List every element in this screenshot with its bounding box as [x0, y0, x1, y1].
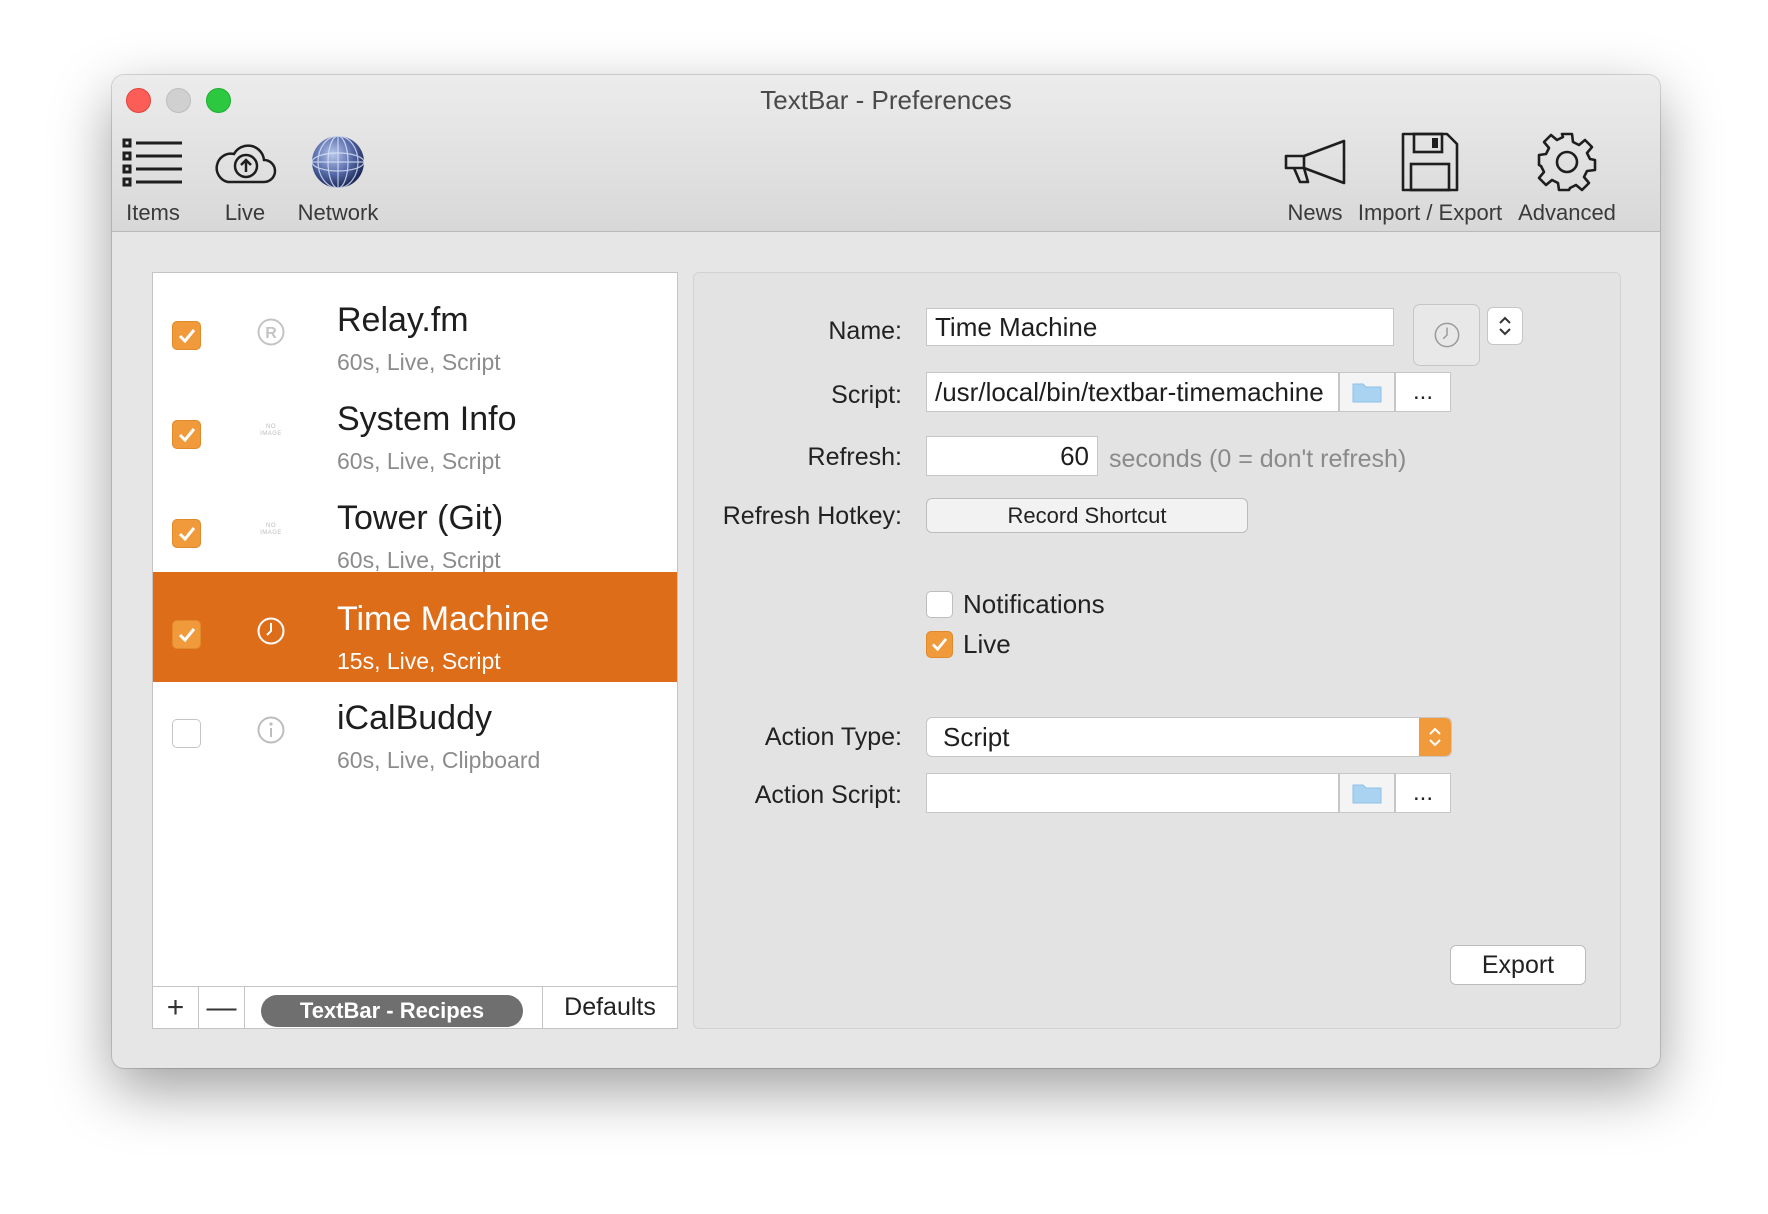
- live-checkbox[interactable]: [926, 631, 953, 658]
- script-field[interactable]: /usr/local/bin/textbar-timemachine: [926, 372, 1339, 412]
- notifications-label: Notifications: [963, 589, 1105, 619]
- clock-icon: [256, 616, 286, 646]
- action-type-value: Script: [943, 721, 1010, 752]
- action-script-more-button[interactable]: ...: [1395, 773, 1451, 813]
- globe-icon: [282, 127, 394, 197]
- items-list: R Relay.fm 60s, Live, Script NO IMAGE Sy…: [152, 272, 678, 1029]
- item-enabled-checkbox[interactable]: [172, 719, 201, 748]
- no-image-text: NO IMAGE: [260, 523, 282, 536]
- browse-script-button[interactable]: [1339, 372, 1395, 412]
- item-icon-well[interactable]: [1413, 304, 1480, 366]
- live-option[interactable]: Live: [926, 629, 1011, 660]
- item-title: Time Machine: [337, 600, 550, 638]
- list-item[interactable]: iCalBuddy 60s, Live, Clipboard: [153, 671, 677, 781]
- toolbar-network-label: Network: [297, 200, 379, 225]
- item-detail-panel: Name: Time Machine Script: /usr/local/bi…: [693, 272, 1621, 1029]
- notifications-option[interactable]: Notifications: [926, 589, 1105, 620]
- list-item[interactable]: NO IMAGE Tower (Git) 60s, Live, Script: [153, 471, 677, 581]
- script-more-button[interactable]: ...: [1395, 372, 1451, 412]
- list-footer: + — TextBar - Recipes Defaults: [153, 986, 677, 1028]
- action-type-label: Action Type:: [764, 723, 902, 751]
- refresh-label: Refresh:: [807, 443, 902, 471]
- refresh-hint: seconds (0 = don't refresh): [1109, 445, 1407, 473]
- chevron-up-down-icon: [1499, 316, 1511, 336]
- browse-action-script-button[interactable]: [1339, 773, 1395, 813]
- clock-icon: [1434, 322, 1459, 348]
- toolbar-news-button[interactable]: News: [1272, 127, 1358, 226]
- list-item-selected[interactable]: Time Machine 15s, Live, Script: [153, 572, 677, 682]
- item-title: Tower (Git): [337, 499, 504, 537]
- no-image-icon: NO IMAGE: [256, 515, 286, 545]
- script-label: Script:: [831, 381, 902, 409]
- floppy-disk-icon: [1350, 127, 1510, 197]
- item-enabled-checkbox[interactable]: [172, 519, 201, 548]
- name-field[interactable]: Time Machine: [926, 308, 1394, 346]
- item-enabled-checkbox[interactable]: [172, 620, 201, 649]
- live-label: Live: [963, 629, 1011, 659]
- export-button[interactable]: Export: [1450, 945, 1586, 985]
- toolbar-import-export-label: Import / Export: [1357, 200, 1503, 225]
- item-enabled-checkbox[interactable]: [172, 420, 201, 449]
- item-title: iCalBuddy: [337, 699, 492, 737]
- toolbar-live-label: Live: [224, 200, 266, 225]
- defaults-button[interactable]: Defaults: [542, 987, 677, 1028]
- list-icon: [114, 127, 192, 197]
- registered-icon: R: [256, 317, 286, 347]
- list-item[interactable]: R Relay.fm 60s, Live, Script: [153, 273, 677, 383]
- window-title: TextBar - Preferences: [760, 85, 1012, 115]
- action-script-label: Action Script:: [754, 781, 902, 809]
- chevron-up-down-icon: [1429, 727, 1441, 747]
- no-image-icon: NO IMAGE: [256, 416, 286, 446]
- refresh-seconds-field[interactable]: 60: [926, 436, 1098, 476]
- gear-icon: [1510, 127, 1624, 197]
- svg-text:R: R: [265, 325, 277, 342]
- cloud-upload-icon: [206, 127, 284, 197]
- refresh-hotkey-label: Refresh Hotkey:: [722, 502, 902, 530]
- toolbar-advanced-label: Advanced: [1518, 200, 1616, 225]
- item-title: Relay.fm: [337, 301, 469, 339]
- item-subtitle: 60s, Live, Clipboard: [337, 747, 541, 773]
- item-subtitle: 60s, Live, Script: [337, 547, 501, 573]
- preferences-window: TextBar - Preferences Items Live Network…: [112, 75, 1660, 1068]
- recipes-button[interactable]: TextBar - Recipes: [261, 995, 523, 1027]
- action-script-field[interactable]: [926, 773, 1339, 813]
- folder-icon: [1352, 784, 1382, 804]
- add-item-button[interactable]: +: [153, 987, 199, 1028]
- toolbar-advanced-button[interactable]: Advanced: [1510, 127, 1624, 226]
- titlebar: TextBar - Preferences Items Live Network…: [112, 75, 1660, 232]
- toolbar-news-label: News: [1287, 200, 1343, 225]
- toolbar-items-button[interactable]: Items: [114, 127, 192, 226]
- no-image-text: NO IMAGE: [260, 424, 282, 437]
- toolbar-items-label: Items: [126, 200, 180, 225]
- action-type-select[interactable]: Script: [926, 717, 1452, 757]
- info-icon: [256, 715, 286, 745]
- toolbar-import-export-button[interactable]: Import / Export: [1350, 127, 1510, 226]
- list-item[interactable]: NO IMAGE System Info 60s, Live, Script: [153, 372, 677, 482]
- item-enabled-checkbox[interactable]: [172, 321, 201, 350]
- record-shortcut-button[interactable]: Record Shortcut: [926, 498, 1248, 533]
- name-label: Name:: [828, 317, 902, 345]
- megaphone-icon: [1272, 127, 1358, 197]
- item-title: System Info: [337, 400, 517, 438]
- toolbar-live-button[interactable]: Live: [206, 127, 284, 226]
- select-arrows[interactable]: [1419, 718, 1451, 756]
- notifications-checkbox[interactable]: [926, 591, 953, 618]
- folder-icon: [1352, 383, 1382, 403]
- remove-item-button[interactable]: —: [199, 987, 245, 1028]
- toolbar-network-button[interactable]: Network: [282, 127, 394, 226]
- icon-stepper[interactable]: [1487, 307, 1523, 345]
